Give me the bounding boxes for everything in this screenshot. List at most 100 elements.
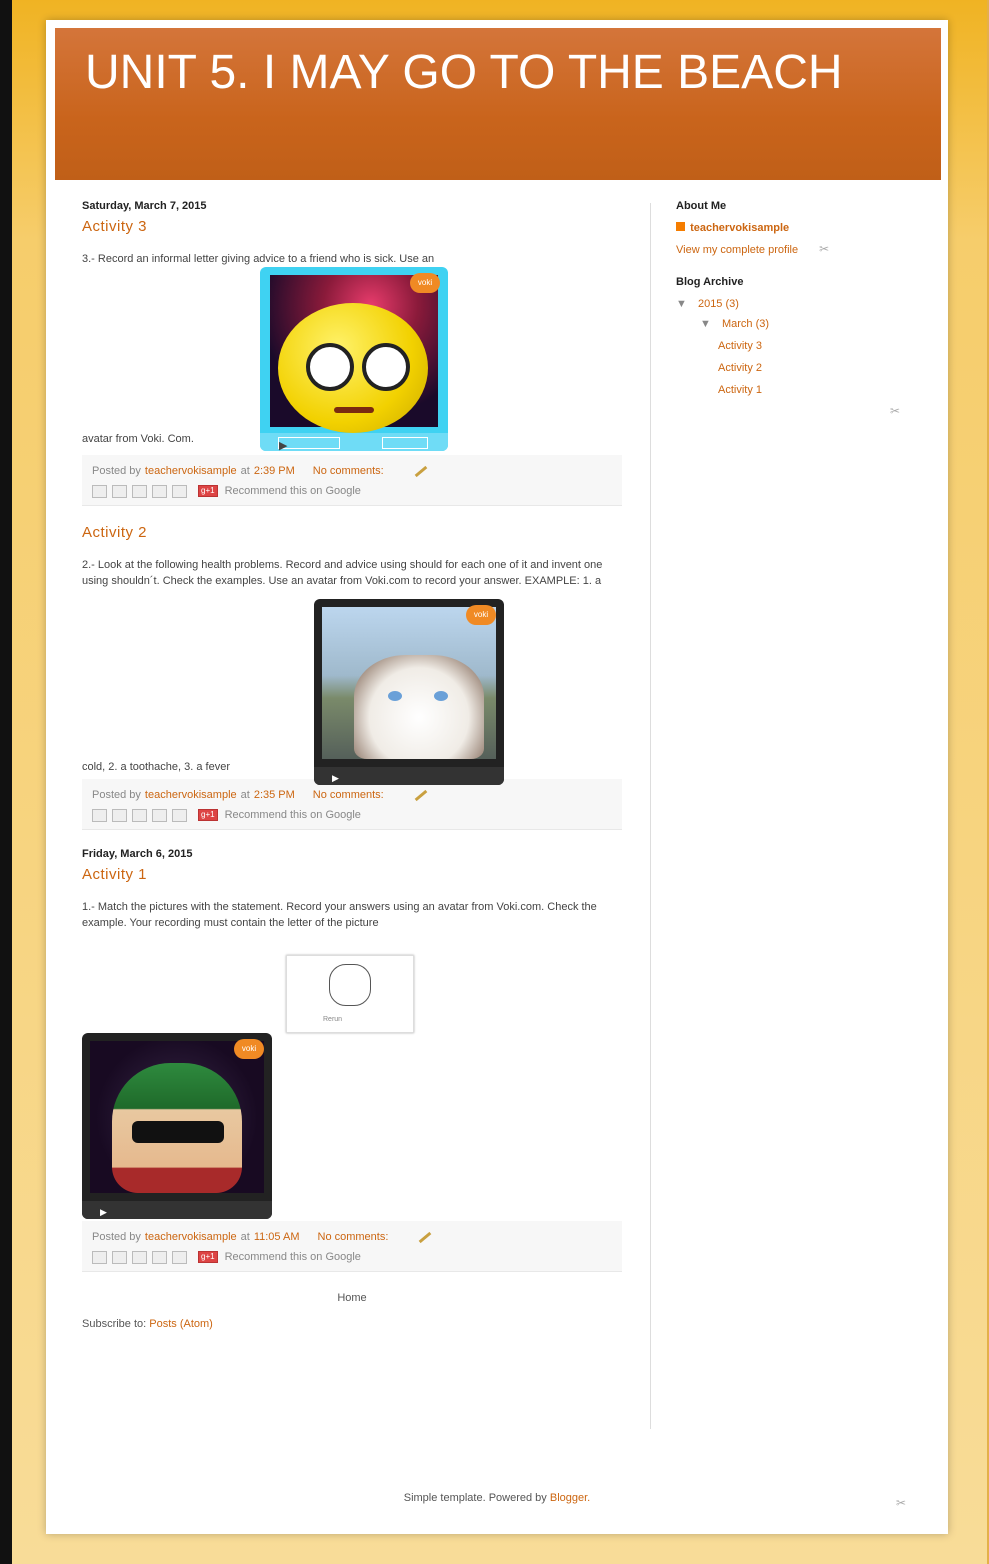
comments-link[interactable]: No comments: [313, 465, 384, 477]
voki-player-cat[interactable]: voki ▶ [314, 599, 504, 785]
comments-link[interactable]: No comments: [313, 789, 384, 801]
subscribe-atom-link[interactable]: Posts (Atom) [149, 1318, 213, 1330]
facebook-share-icon[interactable] [152, 484, 167, 498]
archive-item[interactable]: Activity 2 [718, 362, 916, 374]
share-row: g+1 Recommend this on Google [92, 481, 612, 501]
post-title-activity-3[interactable]: Activity 3 [82, 218, 622, 235]
voki-badge: voki [234, 1039, 264, 1059]
post-body-tail: cold, 2. a toothache, 3. a fever [82, 761, 230, 773]
subscribe-label: Subscribe to: [82, 1318, 147, 1330]
home-link[interactable]: Home [82, 1292, 622, 1304]
sketch-drawing [329, 964, 371, 1006]
voki-badge: voki [466, 605, 496, 625]
voki-badge: voki [410, 273, 440, 293]
blog-share-icon[interactable] [112, 1250, 127, 1264]
post-body-text: 2.- Look at the following health problem… [82, 559, 603, 587]
archive-month[interactable]: ▼ March (3) [700, 318, 916, 330]
blog-share-icon[interactable] [112, 484, 127, 498]
blog-header: UNIT 5. I MAY GO TO THE BEACH [55, 28, 941, 180]
post-meta: Posted by teachervokisample at 11:05 AM … [92, 1227, 612, 1247]
boy-avatar [112, 1063, 242, 1193]
post-meta: Posted by teachervokisample at 2:35 PM N… [92, 785, 612, 805]
play-icon[interactable]: ▶ [278, 437, 340, 451]
archive-tools: ✂ [676, 402, 916, 420]
wrench-icon[interactable]: ✂ [890, 404, 900, 418]
author-link[interactable]: teachervokisample [145, 789, 237, 801]
archive-item[interactable]: Activity 1 [718, 384, 916, 396]
picture-thumbnail[interactable]: Rerun [286, 955, 414, 1033]
pinterest-share-icon[interactable] [172, 484, 187, 498]
wrench-icon[interactable]: ✂ [896, 1496, 906, 1510]
post-time-link[interactable]: 11:05 AM [254, 1231, 300, 1243]
at-label: at [240, 1231, 250, 1243]
smiley-avatar [278, 303, 428, 433]
post-footer: Posted by teachervokisample at 11:05 AM … [82, 1221, 622, 1272]
email-share-icon[interactable] [92, 1250, 107, 1264]
author-link[interactable]: teachervokisample [145, 465, 237, 477]
post-body-tail: avatar from Voki. Com. [82, 433, 194, 445]
google-plus-icon[interactable]: g+1 [198, 809, 218, 821]
sidebar: About Me teachervokisample View my compl… [676, 200, 916, 420]
view-profile-row: View my complete profile ✂ [676, 242, 916, 256]
post-body: 3.- Record an informal letter giving adv… [82, 251, 622, 451]
google-plus-icon[interactable]: g+1 [198, 1251, 218, 1263]
window-frame-left [0, 0, 12, 1564]
voki-player-boy[interactable]: voki ▶ [82, 1033, 272, 1219]
sunglasses [132, 1121, 224, 1143]
twitter-share-icon[interactable] [132, 808, 147, 822]
wrench-icon[interactable]: ✂ [819, 242, 829, 256]
post-date: Friday, March 6, 2015 [82, 848, 193, 860]
comments-link[interactable]: No comments: [318, 1231, 389, 1243]
edit-pencil-icon[interactable] [419, 1231, 432, 1243]
glasses-right [362, 343, 410, 391]
post-body-text: 1.- Match the pictures with the statemen… [82, 901, 597, 929]
glasses-left [306, 343, 354, 391]
mouth [334, 407, 374, 413]
twitter-share-icon[interactable] [132, 1250, 147, 1264]
post-time-link[interactable]: 2:35 PM [254, 789, 295, 801]
at-label: at [240, 789, 250, 801]
posted-by-label: Posted by [92, 465, 141, 477]
profile-name-link[interactable]: teachervokisample [690, 222, 789, 234]
author-link[interactable]: teachervokisample [145, 1231, 237, 1243]
facebook-share-icon[interactable] [152, 1250, 167, 1264]
share-row: g+1 Recommend this on Google [92, 1247, 612, 1267]
voki-player-smiley[interactable]: voki ▶ [260, 267, 448, 451]
google-plus-icon[interactable]: g+1 [198, 485, 218, 497]
blogger-icon [676, 222, 685, 231]
player-controls[interactable]: ▶ [260, 433, 448, 451]
player-controls[interactable]: ▶ [82, 1201, 272, 1219]
facebook-share-icon[interactable] [152, 808, 167, 822]
subscribe-row: Subscribe to: Posts (Atom) [82, 1318, 622, 1330]
archive-item[interactable]: Activity 3 [718, 340, 916, 352]
blog-title[interactable]: UNIT 5. I MAY GO TO THE BEACH [85, 49, 845, 97]
column-divider [650, 203, 651, 1429]
post-title-activity-1[interactable]: Activity 1 [82, 866, 622, 883]
edit-pencil-icon[interactable] [414, 465, 428, 477]
email-share-icon[interactable] [92, 484, 107, 498]
volume-icon[interactable] [382, 437, 428, 449]
blogger-link[interactable]: Blogger. [550, 1492, 590, 1504]
cat-eye-left [388, 691, 402, 701]
triangle-down-icon[interactable]: ▼ [700, 318, 711, 330]
edit-pencil-icon[interactable] [414, 789, 428, 801]
triangle-down-icon[interactable]: ▼ [676, 298, 687, 310]
blog-share-icon[interactable] [112, 808, 127, 822]
pinterest-share-icon[interactable] [172, 808, 187, 822]
post-time-link[interactable]: 2:39 PM [254, 465, 295, 477]
archive-year[interactable]: ▼ 2015 (3) [676, 298, 916, 310]
about-heading: About Me [676, 200, 727, 212]
view-profile-link[interactable]: View my complete profile [676, 244, 798, 256]
post-title-activity-2[interactable]: Activity 2 [82, 524, 622, 541]
blog-page: UNIT 5. I MAY GO TO THE BEACH Saturday, … [46, 20, 948, 1534]
archive-year-link[interactable]: 2015 (3) [698, 298, 739, 310]
email-share-icon[interactable] [92, 808, 107, 822]
player-controls[interactable]: ▶ [314, 767, 504, 785]
pinterest-share-icon[interactable] [172, 1250, 187, 1264]
post-body: 1.- Match the pictures with the statemen… [82, 899, 622, 1219]
archive-month-link[interactable]: March (3) [722, 318, 769, 330]
play-icon[interactable]: ▶ [100, 1204, 107, 1219]
twitter-share-icon[interactable] [132, 484, 147, 498]
play-icon[interactable]: ▶ [332, 770, 339, 785]
post-meta: Posted by teachervokisample at 2:39 PM N… [92, 461, 612, 481]
